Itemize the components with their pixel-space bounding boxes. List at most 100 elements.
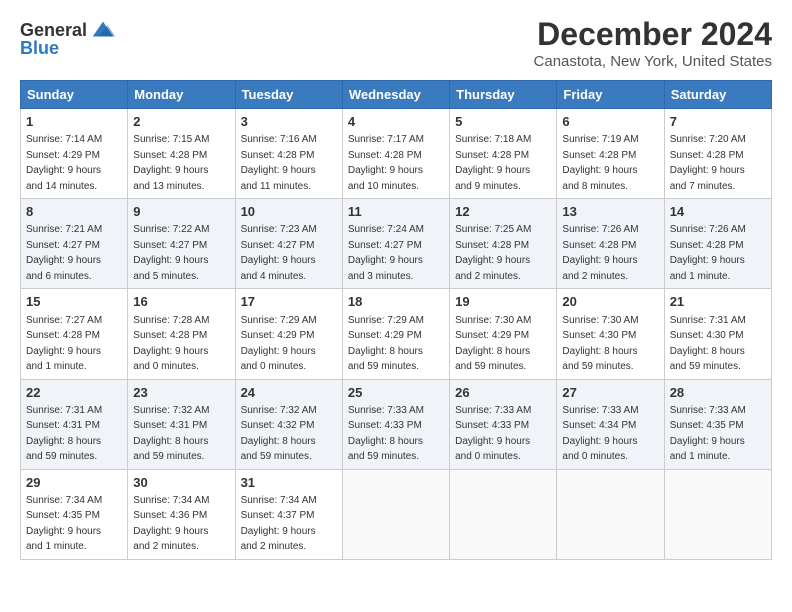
- calendar-week-row: 8 Sunrise: 7:21 AM Sunset: 4:27 PM Daylig…: [21, 199, 772, 289]
- calendar-cell: 14 Sunrise: 7:26 AM Sunset: 4:28 PM Dayli…: [664, 199, 771, 289]
- calendar-cell: 28Sunrise: 7:33 AM Sunset: 4:35 PM Dayli…: [664, 379, 771, 469]
- calendar-cell: 7 Sunrise: 7:20 AM Sunset: 4:28 PM Daylig…: [664, 109, 771, 199]
- day-info: Sunrise: 7:16 AM Sunset: 4:28 PM Dayligh…: [241, 134, 317, 192]
- calendar-week-row: 1Sunrise: 7:14 AM Sunset: 4:29 PM Daylig…: [21, 109, 772, 199]
- day-header-sunday: Sunday: [21, 81, 128, 109]
- day-number: 18: [348, 293, 444, 311]
- calendar-cell: 11 Sunrise: 7:24 AM Sunset: 4:27 PM Dayli…: [342, 199, 449, 289]
- calendar-cell: 26 Sunrise: 7:33 AM Sunset: 4:33 PM Dayli…: [450, 379, 557, 469]
- day-info: Sunrise: 7:30 AM Sunset: 4:29 PM Dayligh…: [455, 315, 531, 373]
- calendar-cell: 8 Sunrise: 7:21 AM Sunset: 4:27 PM Daylig…: [21, 199, 128, 289]
- day-info: Sunrise: 7:32 AM Sunset: 4:31 PM Dayligh…: [133, 405, 209, 463]
- calendar-cell: [557, 469, 664, 559]
- day-info: Sunrise: 7:21 AM Sunset: 4:27 PM Dayligh…: [26, 224, 102, 282]
- header: General Blue December 2024 Canastota, Ne…: [20, 16, 772, 70]
- day-number: 4: [348, 113, 444, 131]
- day-info: Sunrise: 7:15 AM Sunset: 4:28 PM Dayligh…: [133, 134, 209, 192]
- day-number: 15: [26, 293, 122, 311]
- calendar-week-row: 29 Sunrise: 7:34 AM Sunset: 4:35 PM Dayli…: [21, 469, 772, 559]
- day-header-tuesday: Tuesday: [235, 81, 342, 109]
- calendar-cell: 5 Sunrise: 7:18 AM Sunset: 4:28 PM Daylig…: [450, 109, 557, 199]
- day-number: 29: [26, 474, 122, 492]
- day-info: Sunrise: 7:29 AM Sunset: 4:29 PM Dayligh…: [241, 315, 317, 373]
- logo: General Blue: [20, 16, 117, 59]
- day-info: Sunrise: 7:24 AM Sunset: 4:27 PM Dayligh…: [348, 224, 424, 282]
- day-number: 31: [241, 474, 337, 492]
- calendar-cell: 3 Sunrise: 7:16 AM Sunset: 4:28 PM Daylig…: [235, 109, 342, 199]
- calendar-cell: 25Sunrise: 7:33 AM Sunset: 4:33 PM Dayli…: [342, 379, 449, 469]
- day-info: Sunrise: 7:18 AM Sunset: 4:28 PM Dayligh…: [455, 134, 531, 192]
- calendar-cell: 20 Sunrise: 7:30 AM Sunset: 4:30 PM Dayli…: [557, 289, 664, 379]
- calendar-cell: 30 Sunrise: 7:34 AM Sunset: 4:36 PM Dayli…: [128, 469, 235, 559]
- day-info: Sunrise: 7:34 AM Sunset: 4:35 PM Dayligh…: [26, 495, 102, 553]
- calendar-cell: 17Sunrise: 7:29 AM Sunset: 4:29 PM Dayli…: [235, 289, 342, 379]
- day-info: Sunrise: 7:25 AM Sunset: 4:28 PM Dayligh…: [455, 224, 531, 282]
- day-info: Sunrise: 7:23 AM Sunset: 4:27 PM Dayligh…: [241, 224, 317, 282]
- day-number: 3: [241, 113, 337, 131]
- day-info: Sunrise: 7:33 AM Sunset: 4:35 PM Dayligh…: [670, 405, 746, 463]
- day-number: 21: [670, 293, 766, 311]
- day-header-thursday: Thursday: [450, 81, 557, 109]
- day-number: 7: [670, 113, 766, 131]
- day-info: Sunrise: 7:34 AM Sunset: 4:37 PM Dayligh…: [241, 495, 317, 553]
- day-number: 1: [26, 113, 122, 131]
- day-info: Sunrise: 7:33 AM Sunset: 4:33 PM Dayligh…: [348, 405, 424, 463]
- day-number: 24: [241, 384, 337, 402]
- day-number: 16: [133, 293, 229, 311]
- day-number: 5: [455, 113, 551, 131]
- day-header-friday: Friday: [557, 81, 664, 109]
- calendar-cell: 18 Sunrise: 7:29 AM Sunset: 4:29 PM Dayli…: [342, 289, 449, 379]
- calendar-header-row: SundayMondayTuesdayWednesdayThursdayFrid…: [21, 81, 772, 109]
- day-info: Sunrise: 7:26 AM Sunset: 4:28 PM Dayligh…: [670, 224, 746, 282]
- calendar-cell: 1Sunrise: 7:14 AM Sunset: 4:29 PM Daylig…: [21, 109, 128, 199]
- calendar-cell: 21 Sunrise: 7:31 AM Sunset: 4:30 PM Dayli…: [664, 289, 771, 379]
- day-number: 30: [133, 474, 229, 492]
- calendar-cell: 6Sunrise: 7:19 AM Sunset: 4:28 PM Daylig…: [557, 109, 664, 199]
- calendar-week-row: 15 Sunrise: 7:27 AM Sunset: 4:28 PM Dayli…: [21, 289, 772, 379]
- calendar-cell: 2Sunrise: 7:15 AM Sunset: 4:28 PM Daylig…: [128, 109, 235, 199]
- day-info: Sunrise: 7:29 AM Sunset: 4:29 PM Dayligh…: [348, 315, 424, 373]
- day-header-monday: Monday: [128, 81, 235, 109]
- calendar-cell: 24 Sunrise: 7:32 AM Sunset: 4:32 PM Dayli…: [235, 379, 342, 469]
- calendar-cell: 31 Sunrise: 7:34 AM Sunset: 4:37 PM Dayli…: [235, 469, 342, 559]
- calendar-cell: 27Sunrise: 7:33 AM Sunset: 4:34 PM Dayli…: [557, 379, 664, 469]
- day-number: 20: [562, 293, 658, 311]
- day-info: Sunrise: 7:27 AM Sunset: 4:28 PM Dayligh…: [26, 315, 102, 373]
- day-info: Sunrise: 7:31 AM Sunset: 4:30 PM Dayligh…: [670, 315, 746, 373]
- calendar-cell: [450, 469, 557, 559]
- day-info: Sunrise: 7:20 AM Sunset: 4:28 PM Dayligh…: [670, 134, 746, 192]
- day-info: Sunrise: 7:34 AM Sunset: 4:36 PM Dayligh…: [133, 495, 209, 553]
- calendar-cell: 15 Sunrise: 7:27 AM Sunset: 4:28 PM Dayli…: [21, 289, 128, 379]
- day-number: 13: [562, 203, 658, 221]
- day-info: Sunrise: 7:30 AM Sunset: 4:30 PM Dayligh…: [562, 315, 638, 373]
- day-info: Sunrise: 7:22 AM Sunset: 4:27 PM Dayligh…: [133, 224, 209, 282]
- title-area: December 2024 Canastota, New York, Unite…: [534, 16, 772, 70]
- logo-blue-text: Blue: [20, 38, 59, 59]
- day-info: Sunrise: 7:26 AM Sunset: 4:28 PM Dayligh…: [562, 224, 638, 282]
- day-number: 23: [133, 384, 229, 402]
- day-number: 10: [241, 203, 337, 221]
- calendar-cell: 23 Sunrise: 7:32 AM Sunset: 4:31 PM Dayli…: [128, 379, 235, 469]
- calendar-week-row: 22 Sunrise: 7:31 AM Sunset: 4:31 PM Dayli…: [21, 379, 772, 469]
- day-header-saturday: Saturday: [664, 81, 771, 109]
- day-info: Sunrise: 7:32 AM Sunset: 4:32 PM Dayligh…: [241, 405, 317, 463]
- day-number: 14: [670, 203, 766, 221]
- day-info: Sunrise: 7:33 AM Sunset: 4:33 PM Dayligh…: [455, 405, 531, 463]
- day-info: Sunrise: 7:28 AM Sunset: 4:28 PM Dayligh…: [133, 315, 209, 373]
- calendar-cell: 9 Sunrise: 7:22 AM Sunset: 4:27 PM Daylig…: [128, 199, 235, 289]
- day-number: 12: [455, 203, 551, 221]
- day-info: Sunrise: 7:17 AM Sunset: 4:28 PM Dayligh…: [348, 134, 424, 192]
- day-number: 26: [455, 384, 551, 402]
- day-number: 27: [562, 384, 658, 402]
- calendar-cell: 13 Sunrise: 7:26 AM Sunset: 4:28 PM Dayli…: [557, 199, 664, 289]
- day-header-wednesday: Wednesday: [342, 81, 449, 109]
- day-number: 11: [348, 203, 444, 221]
- day-info: Sunrise: 7:31 AM Sunset: 4:31 PM Dayligh…: [26, 405, 102, 463]
- main-title: December 2024: [534, 16, 772, 53]
- day-number: 22: [26, 384, 122, 402]
- day-number: 9: [133, 203, 229, 221]
- calendar-cell: 16 Sunrise: 7:28 AM Sunset: 4:28 PM Dayli…: [128, 289, 235, 379]
- day-number: 8: [26, 203, 122, 221]
- calendar-cell: 19Sunrise: 7:30 AM Sunset: 4:29 PM Dayli…: [450, 289, 557, 379]
- calendar-cell: 29 Sunrise: 7:34 AM Sunset: 4:35 PM Dayli…: [21, 469, 128, 559]
